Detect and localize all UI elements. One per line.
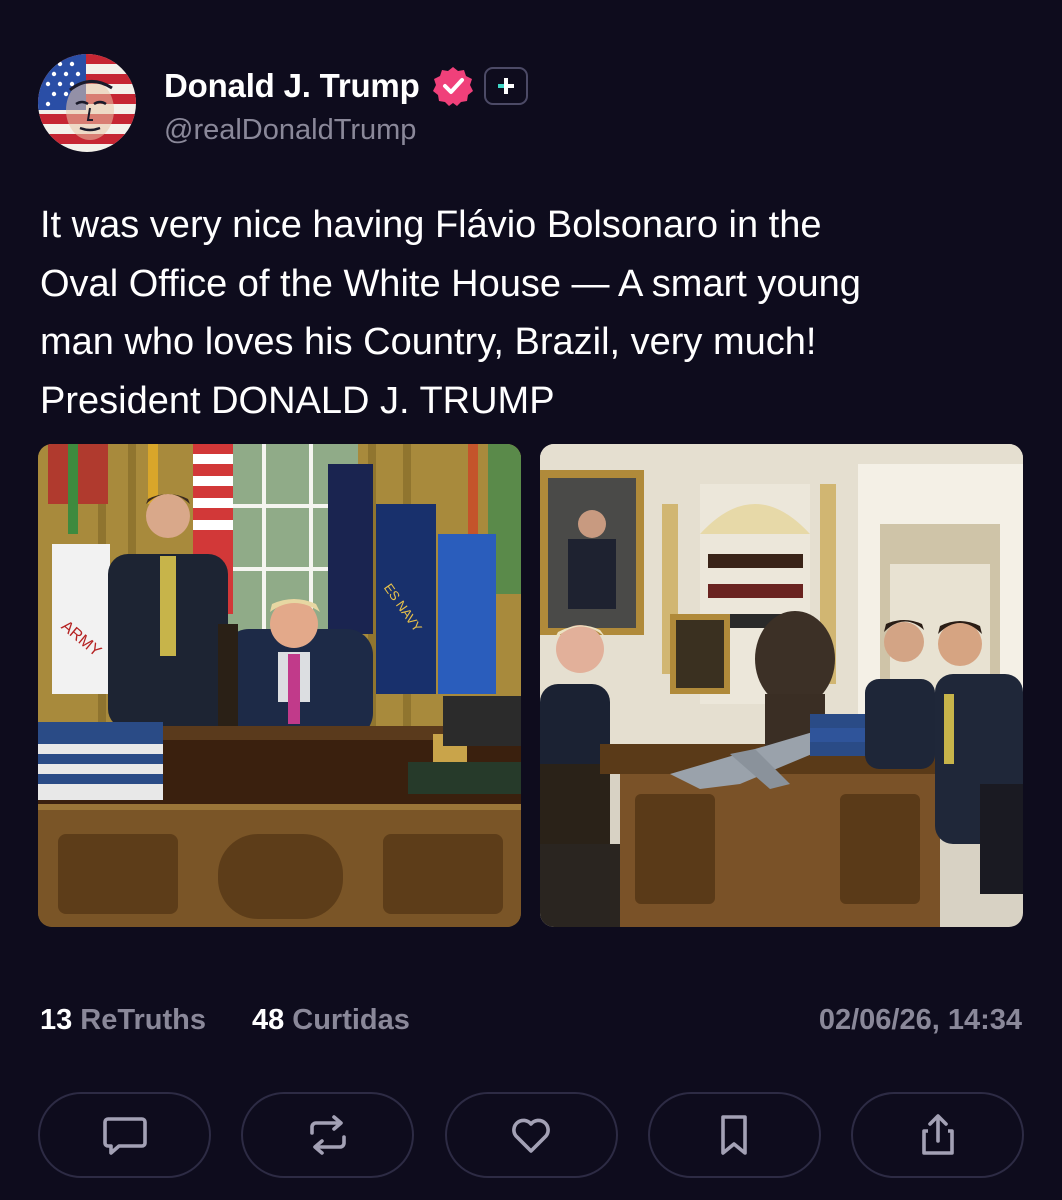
heart-icon bbox=[512, 1118, 550, 1153]
post-header: Donald J. Trump @realDonaldTrump bbox=[38, 54, 528, 152]
truth-post-page: Donald J. Trump @realDonaldTrump It was … bbox=[0, 0, 1062, 1200]
avatar[interactable] bbox=[38, 54, 136, 152]
likes-stat[interactable]: 48 Curtidas bbox=[252, 1004, 410, 1037]
repost-icon bbox=[309, 1115, 346, 1155]
share-button[interactable] bbox=[851, 1092, 1024, 1178]
retruths-stat[interactable]: 13 ReTruths bbox=[40, 1004, 206, 1037]
author-handle[interactable]: @realDonaldTrump bbox=[164, 114, 528, 147]
like-button[interactable] bbox=[444, 1092, 618, 1178]
reply-button[interactable] bbox=[38, 1092, 211, 1178]
oval-office-meeting-photo[interactable] bbox=[540, 444, 1023, 927]
verified-badge-icon bbox=[432, 65, 474, 107]
bookmark-button[interactable] bbox=[647, 1092, 821, 1178]
post-timestamp: 02/06/26, 14:34 bbox=[818, 1004, 1022, 1036]
author-name-row: Donald J. Trump bbox=[164, 60, 528, 112]
post-text: It was very nice having Flávio Bolsonaro… bbox=[40, 204, 861, 422]
retruth-button[interactable] bbox=[241, 1092, 415, 1178]
oval-office-desk-photo[interactable]: ARMY ES NAVY bbox=[38, 444, 521, 927]
retruths-count: 13 bbox=[40, 1004, 73, 1036]
share-icon bbox=[921, 1114, 954, 1155]
plus-icon bbox=[497, 77, 514, 94]
author-identity: Donald J. Trump @realDonaldTrump bbox=[164, 60, 528, 147]
likes-count: 48 bbox=[252, 1004, 285, 1036]
likes-label: Curtidas bbox=[292, 1004, 410, 1036]
retruths-label: ReTruths bbox=[80, 1004, 206, 1036]
follow-button[interactable] bbox=[483, 66, 528, 105]
action-bar bbox=[38, 1092, 1024, 1178]
bookmark-icon bbox=[721, 1115, 748, 1155]
comment-icon bbox=[102, 1117, 147, 1155]
author-display-name[interactable]: Donald J. Trump bbox=[164, 67, 420, 105]
post-stats: 13 ReTruths 48 Curtidas 02/06/26, 14:34 bbox=[40, 1004, 1022, 1044]
